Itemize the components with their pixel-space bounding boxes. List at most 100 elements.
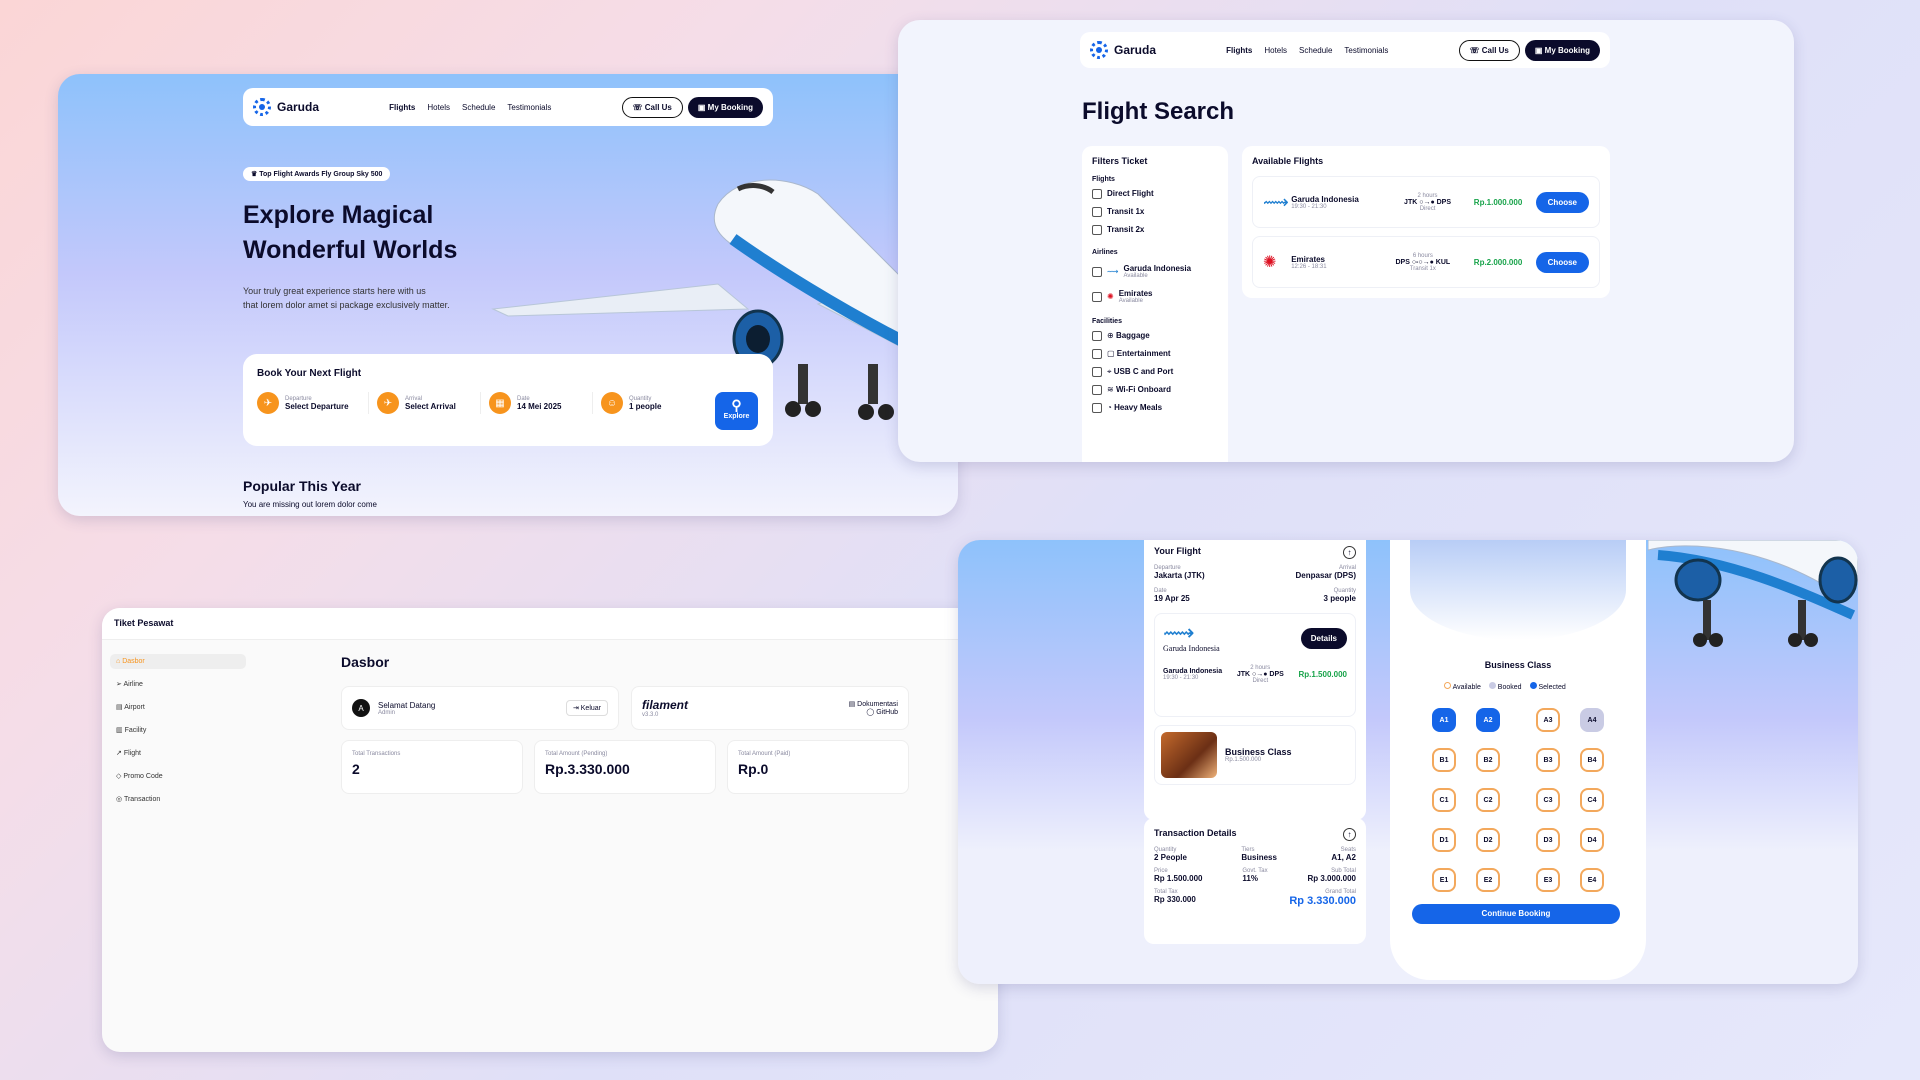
baggage-icon: ⊕ (1107, 331, 1116, 341)
seat-d3[interactable]: D3 (1536, 828, 1560, 852)
meal-icon: ◔ (1107, 403, 1115, 413)
seat-b1[interactable]: B1 (1432, 748, 1456, 772)
booking-panel: Your Flight ↑ Departure Jakarta (JTK) Arriv… (958, 540, 1858, 984)
date-field[interactable]: ▦ Date 14 Mei 2025 (481, 392, 593, 414)
logout-button[interactable]: ⇥ Keluar (565, 700, 608, 716)
checkbox[interactable] (1092, 207, 1102, 217)
seat-d2[interactable]: D2 (1476, 828, 1500, 852)
flight-result-row: ✺ Emirates 12:26 - 18:31 6 hours DPS ○-○→●… (1252, 236, 1600, 288)
airline-card: ⟿ Garuda Indonesia Details Garuda Indone… (1154, 613, 1356, 717)
seat-a3[interactable]: A3 (1536, 708, 1560, 732)
nav-hotels[interactable]: Hotels (427, 103, 450, 112)
seat-b4[interactable]: B4 (1580, 748, 1604, 772)
seat-e4[interactable]: E4 (1580, 868, 1604, 892)
my-booking-button[interactable]: ▣ My Booking (687, 96, 763, 118)
sidebar-item-transaction[interactable]: ◎ Transaction (110, 791, 246, 807)
filter-transit-2[interactable]: Transit 2x (1092, 225, 1218, 235)
seat-c3[interactable]: C3 (1536, 788, 1560, 812)
sidebar-item-facility[interactable]: ▥ Facility (110, 722, 246, 738)
seat-c1[interactable]: C1 (1432, 788, 1456, 812)
checkbox[interactable] (1092, 225, 1102, 235)
seat-c4[interactable]: C4 (1580, 788, 1604, 812)
logout-icon: ⇥ (572, 705, 581, 712)
seat-a2[interactable]: A2 (1476, 708, 1500, 732)
nav-schedule[interactable]: Schedule (1299, 46, 1332, 55)
logo[interactable]: Garuda (253, 98, 319, 116)
choose-button[interactable]: Choose (1535, 251, 1589, 273)
nav-schedule[interactable]: Schedule (462, 103, 495, 112)
checkbox[interactable] (1092, 331, 1102, 341)
seat-b3[interactable]: B3 (1536, 748, 1560, 772)
choose-button[interactable]: Choose (1535, 191, 1589, 213)
sidebar-item-airport[interactable]: ▤ Airport (110, 699, 246, 715)
checkbox[interactable] (1092, 349, 1102, 359)
logo[interactable]: Garuda (1090, 41, 1156, 59)
sidebar-item-flight[interactable]: ↗ Flight (110, 745, 246, 761)
checkbox[interactable] (1092, 385, 1102, 396)
seat-a4[interactable]: A4 (1580, 708, 1604, 732)
seat-d1[interactable]: D1 (1432, 828, 1456, 852)
checkbox[interactable] (1092, 189, 1102, 199)
filter-emirates[interactable]: ✺ Emirates Available (1092, 289, 1218, 304)
nav-testimonials[interactable]: Testimonials (1344, 46, 1388, 55)
checkbox[interactable] (1092, 403, 1102, 414)
filter-entertainment[interactable]: ▢ Entertainment (1092, 349, 1218, 359)
wifi-icon: ≋ (1107, 385, 1116, 395)
filter-garuda[interactable]: ⟿ Garuda Indonesia Available (1092, 264, 1218, 279)
sidebar-item-promo[interactable]: ◇ Promo Code (110, 768, 246, 784)
nav-testimonials[interactable]: Testimonials (507, 103, 551, 112)
seat-e3[interactable]: E3 (1536, 868, 1560, 892)
seat-d4[interactable]: D4 (1580, 828, 1604, 852)
arrival-field[interactable]: ✈ Arrival Select Arrival (369, 392, 481, 414)
github-link[interactable]: ◯ GitHub (849, 708, 898, 716)
checkbox[interactable] (1092, 367, 1102, 377)
continue-booking-button[interactable]: Continue Booking (1412, 904, 1620, 924)
flight-result-row: ⟿ Garuda Indonesia 19:30 - 21:30 2 hours J… (1252, 176, 1600, 228)
nav-flights[interactable]: Flights (389, 103, 415, 112)
filters-card: Filters Ticket Flights Direct Flight Tra… (1082, 146, 1228, 462)
nav-flights[interactable]: Flights (1226, 46, 1252, 55)
grand-total: Rp 3.330.000 (1289, 895, 1356, 907)
airlines-filter-label: Airlines (1092, 249, 1118, 256)
nav-hotels[interactable]: Hotels (1264, 46, 1287, 55)
seat-b2[interactable]: B2 (1476, 748, 1500, 772)
sidebar-item-airline[interactable]: ➢ Airline (110, 676, 246, 692)
available-flights-card: Available Flights ⟿ Garuda Indonesia 19:3… (1242, 146, 1610, 298)
sidebar-item-dasbor[interactable]: ⌂ Dasbor (110, 654, 246, 669)
seat-e2[interactable]: E2 (1476, 868, 1500, 892)
admin-sidebar: ⌂ Dasbor ➢ Airline ▤ Airport ▥ Facility … (110, 654, 246, 807)
filter-usb[interactable]: ⌖ USB C and Port (1092, 367, 1218, 377)
class-card: Business Class Rp.1.500.000 (1154, 725, 1356, 785)
filter-wifi[interactable]: ≋ Wi-Fi Onboard (1092, 385, 1218, 396)
seat-c2[interactable]: C2 (1476, 788, 1500, 812)
your-flight-title: Your Flight (1154, 546, 1201, 556)
hero-subtitle: Your truly great experience starts here … (243, 286, 450, 310)
call-us-button[interactable]: ☏ Call Us (621, 96, 683, 118)
filter-transit-1[interactable]: Transit 1x (1092, 207, 1218, 217)
call-us-button[interactable]: ☏ Call Us (1458, 39, 1520, 61)
calendar-icon: ▦ (489, 392, 511, 414)
garuda-logo-icon: ⟿ (1263, 191, 1289, 212)
filter-baggage[interactable]: ⊕ Baggage (1092, 331, 1218, 341)
book-icon: ▤ (848, 701, 858, 708)
filter-meals[interactable]: ◔ Heavy Meals (1092, 403, 1218, 414)
quantity-field[interactable]: ☺ Quantity 1 people (593, 392, 705, 414)
seat-a1[interactable]: A1 (1432, 708, 1456, 732)
my-booking-button[interactable]: ▣ My Booking (1524, 39, 1600, 61)
checkbox[interactable] (1092, 266, 1102, 277)
filter-direct[interactable]: Direct Flight (1092, 189, 1218, 199)
docs-link[interactable]: ▤ Dokumentasi (849, 700, 898, 708)
departure-icon: ✈ (257, 392, 279, 414)
details-button[interactable]: Details (1300, 628, 1347, 649)
departure-field[interactable]: ✈ Departure Select Departure (257, 392, 369, 414)
collapse-icon[interactable]: ↑ (1343, 546, 1356, 559)
flight-price: Rp.2.000.000 (1473, 257, 1523, 267)
trophy-icon: ♛ (251, 171, 260, 178)
booking-form-title: Book Your Next Flight (257, 368, 362, 379)
collapse-icon[interactable]: ↑ (1343, 828, 1356, 841)
explore-button[interactable]: ⚲ Explore (715, 392, 758, 430)
checkbox[interactable] (1092, 291, 1102, 302)
currency-icon: ◎ (116, 796, 124, 803)
logo-icon (1090, 41, 1108, 59)
seat-e1[interactable]: E1 (1432, 868, 1456, 892)
